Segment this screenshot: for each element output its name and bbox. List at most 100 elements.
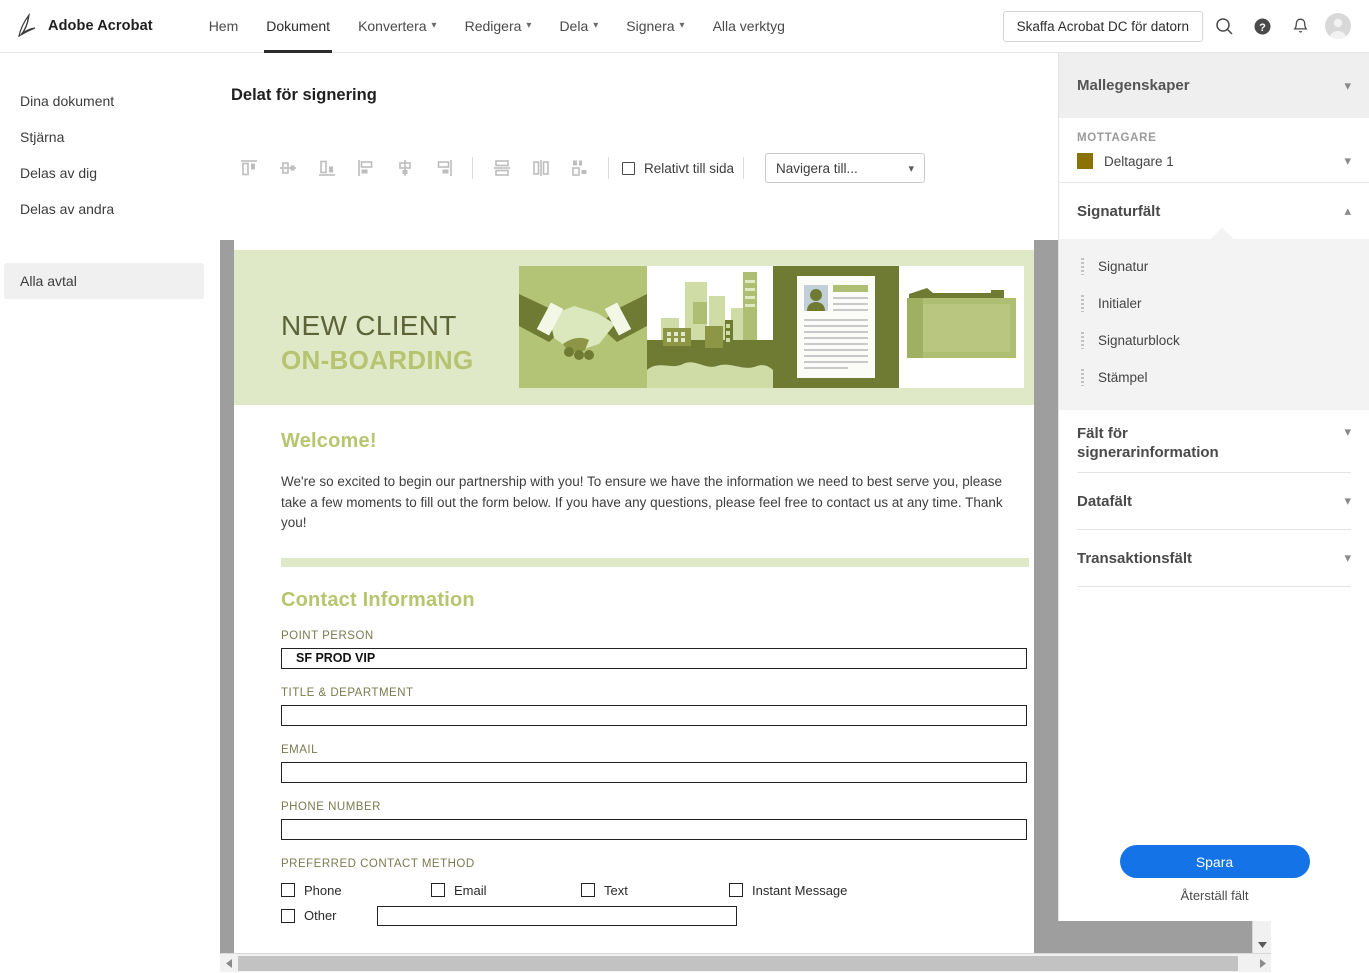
nav-label: Dokument xyxy=(266,18,331,34)
signature-field-initialer[interactable]: Initialer xyxy=(1059,285,1369,322)
field-input-email[interactable] xyxy=(281,761,1027,783)
nav-item-alla-verktyg[interactable]: Alla verktyg xyxy=(699,0,799,53)
brand[interactable]: Adobe Acrobat xyxy=(12,11,153,41)
signature-field-label: Signatur xyxy=(1098,259,1149,274)
match-size-icon[interactable] xyxy=(560,153,599,183)
nav-item-redigera[interactable]: Redigera ▾ xyxy=(451,0,546,53)
align-top-icon[interactable] xyxy=(229,153,268,183)
checkbox-email[interactable]: Email xyxy=(431,883,581,898)
nav-label: Redigera xyxy=(464,18,522,34)
align-right-icon[interactable] xyxy=(424,153,463,183)
left-sidebar: Dina dokument Stjärna Delas av dig Delas… xyxy=(0,53,214,921)
chevron-down-icon: ▾ xyxy=(908,162,915,175)
nav-item-dokument[interactable]: Dokument xyxy=(252,0,344,53)
document-horizontal-scrollbar[interactable] xyxy=(220,953,1271,972)
search-icon[interactable] xyxy=(1207,9,1241,43)
toolbar-divider xyxy=(472,157,473,179)
nav-item-signera[interactable]: Signera ▾ xyxy=(612,0,698,53)
signature-field-label: Initialer xyxy=(1098,296,1142,311)
recipient-select[interactable]: Deltagare 1 ▾ xyxy=(1077,153,1351,169)
drag-handle-icon[interactable] xyxy=(1081,295,1084,312)
scroll-down-arrow-icon[interactable] xyxy=(1253,936,1272,953)
help-icon[interactable]: ? xyxy=(1245,9,1279,43)
distribute-vertical-icon[interactable] xyxy=(482,153,521,183)
section-header-falt-for-signerarinformation[interactable]: Fält för signerarinformation ▾ xyxy=(1059,410,1369,472)
section-divider-bar xyxy=(281,557,1029,567)
sidebar-item-label: Delas av dig xyxy=(20,165,98,181)
checkbox-instant-message[interactable]: Instant Message xyxy=(729,883,847,898)
section-header-datafalt[interactable]: Datafält ▾ xyxy=(1059,473,1369,529)
document-page: NEW CLIENT ON-BOARDING Welcome! We're so… xyxy=(234,240,1034,953)
align-bottom-icon[interactable] xyxy=(307,153,346,183)
checkbox-box xyxy=(622,161,635,175)
signature-fields-list: Signatur Initialer Signaturblock Stämpel xyxy=(1059,227,1369,410)
recipient-color-swatch xyxy=(1077,153,1093,169)
align-vertical-center-icon[interactable] xyxy=(268,153,307,183)
drag-handle-icon[interactable] xyxy=(1081,258,1084,275)
banner-title-line1: NEW CLIENT xyxy=(281,310,457,341)
brand-name: Adobe Acrobat xyxy=(48,18,153,34)
section-header-signaturfalt[interactable]: Signaturfält ▴ xyxy=(1059,183,1369,239)
relative-to-page-checkbox[interactable]: Relativt till sida xyxy=(622,161,734,176)
avatar[interactable] xyxy=(1321,9,1355,43)
chevron-down-icon: ▾ xyxy=(1344,550,1351,565)
sidebar-item-delas-av-andra[interactable]: Delas av andra xyxy=(4,191,204,227)
align-horizontal-center-icon[interactable] xyxy=(385,153,424,183)
get-acrobat-desktop-button[interactable]: Skaffa Acrobat DC för datorn xyxy=(1002,10,1203,42)
signature-field-signaturblock[interactable]: Signaturblock xyxy=(1059,322,1369,359)
sidebar-item-alla-avtal[interactable]: Alla avtal xyxy=(4,263,204,299)
checkbox-label: Email xyxy=(454,882,487,898)
navigate-to-select[interactable]: Navigera till... ▾ xyxy=(765,153,926,183)
notification-bell-icon[interactable] xyxy=(1283,9,1317,43)
field-input-phone-number[interactable] xyxy=(281,818,1027,840)
field-input-other-contact-method[interactable] xyxy=(376,905,737,926)
template-properties-panel: Mallegenskaper ▾ MOTTAGARE Deltagare 1 ▾… xyxy=(1058,53,1369,921)
align-left-icon[interactable] xyxy=(346,153,385,183)
nav-item-konvertera[interactable]: Konvertera ▾ xyxy=(344,0,451,53)
chevron-down-icon: ▾ xyxy=(1344,77,1351,93)
chevron-down-icon: ▾ xyxy=(1344,493,1351,508)
relative-to-page-label: Relativt till sida xyxy=(644,160,735,176)
nav-right-group: Skaffa Acrobat DC för datorn ? xyxy=(1002,9,1369,43)
field-label-phone-number: PHONE NUMBER xyxy=(281,800,381,813)
svg-text:?: ? xyxy=(1259,22,1266,34)
section-header-transaktionsfalt[interactable]: Transaktionsfält ▾ xyxy=(1059,530,1369,586)
signature-field-signatur[interactable]: Signatur xyxy=(1059,248,1369,285)
checkbox-phone[interactable]: Phone xyxy=(281,883,431,898)
section-title: Transaktionsfält xyxy=(1077,549,1193,567)
drag-handle-icon[interactable] xyxy=(1081,369,1084,386)
checkbox-label: Instant Message xyxy=(752,882,848,898)
contact-method-options-row: Phone Email Text Instant Message xyxy=(281,883,1029,898)
reset-fields-link[interactable]: Återställ fält xyxy=(1059,888,1369,903)
chevron-down-icon: ▾ xyxy=(679,20,685,31)
banner-images xyxy=(519,250,1024,405)
field-input-title-department[interactable] xyxy=(281,704,1027,726)
checkbox-text[interactable]: Text xyxy=(581,883,729,898)
recipient-name: Deltagare 1 xyxy=(1104,153,1174,169)
scroll-left-arrow-icon[interactable] xyxy=(220,954,237,973)
contact-method-other-row: Other xyxy=(281,905,1029,926)
field-input-point-person[interactable]: SF PROD VIP xyxy=(281,647,1027,669)
checkbox-box xyxy=(281,883,295,897)
signature-field-stampel[interactable]: Stämpel xyxy=(1059,359,1369,396)
distribute-horizontal-icon[interactable] xyxy=(521,153,560,183)
banner-title-group: NEW CLIENT ON-BOARDING xyxy=(281,310,474,376)
nav-label: Konvertera xyxy=(358,18,427,34)
sidebar-item-delas-av-dig[interactable]: Delas av dig xyxy=(4,155,204,191)
nav-item-dela[interactable]: Dela ▾ xyxy=(545,0,612,53)
horizontal-scrollbar-thumb[interactable] xyxy=(238,956,1238,971)
chevron-down-icon: ▾ xyxy=(1344,153,1351,168)
nav-item-hem[interactable]: Hem xyxy=(195,0,253,53)
save-button[interactable]: Spara xyxy=(1119,845,1310,878)
sidebar-item-stjarna[interactable]: Stjärna xyxy=(4,119,204,155)
document-banner: NEW CLIENT ON-BOARDING xyxy=(234,250,1034,405)
checkbox-label: Phone xyxy=(304,882,342,898)
panel-header-mallegenskaper[interactable]: Mallegenskaper ▾ xyxy=(1059,53,1369,118)
sidebar-item-dina-dokument[interactable]: Dina dokument xyxy=(4,83,204,119)
scroll-right-arrow-icon[interactable] xyxy=(1254,954,1271,973)
chevron-down-icon: ▾ xyxy=(526,20,532,31)
drag-handle-icon[interactable] xyxy=(1081,332,1084,349)
section-title: Fält för signerarinformation xyxy=(1077,425,1219,461)
recipient-section: MOTTAGARE Deltagare 1 ▾ xyxy=(1059,118,1369,183)
